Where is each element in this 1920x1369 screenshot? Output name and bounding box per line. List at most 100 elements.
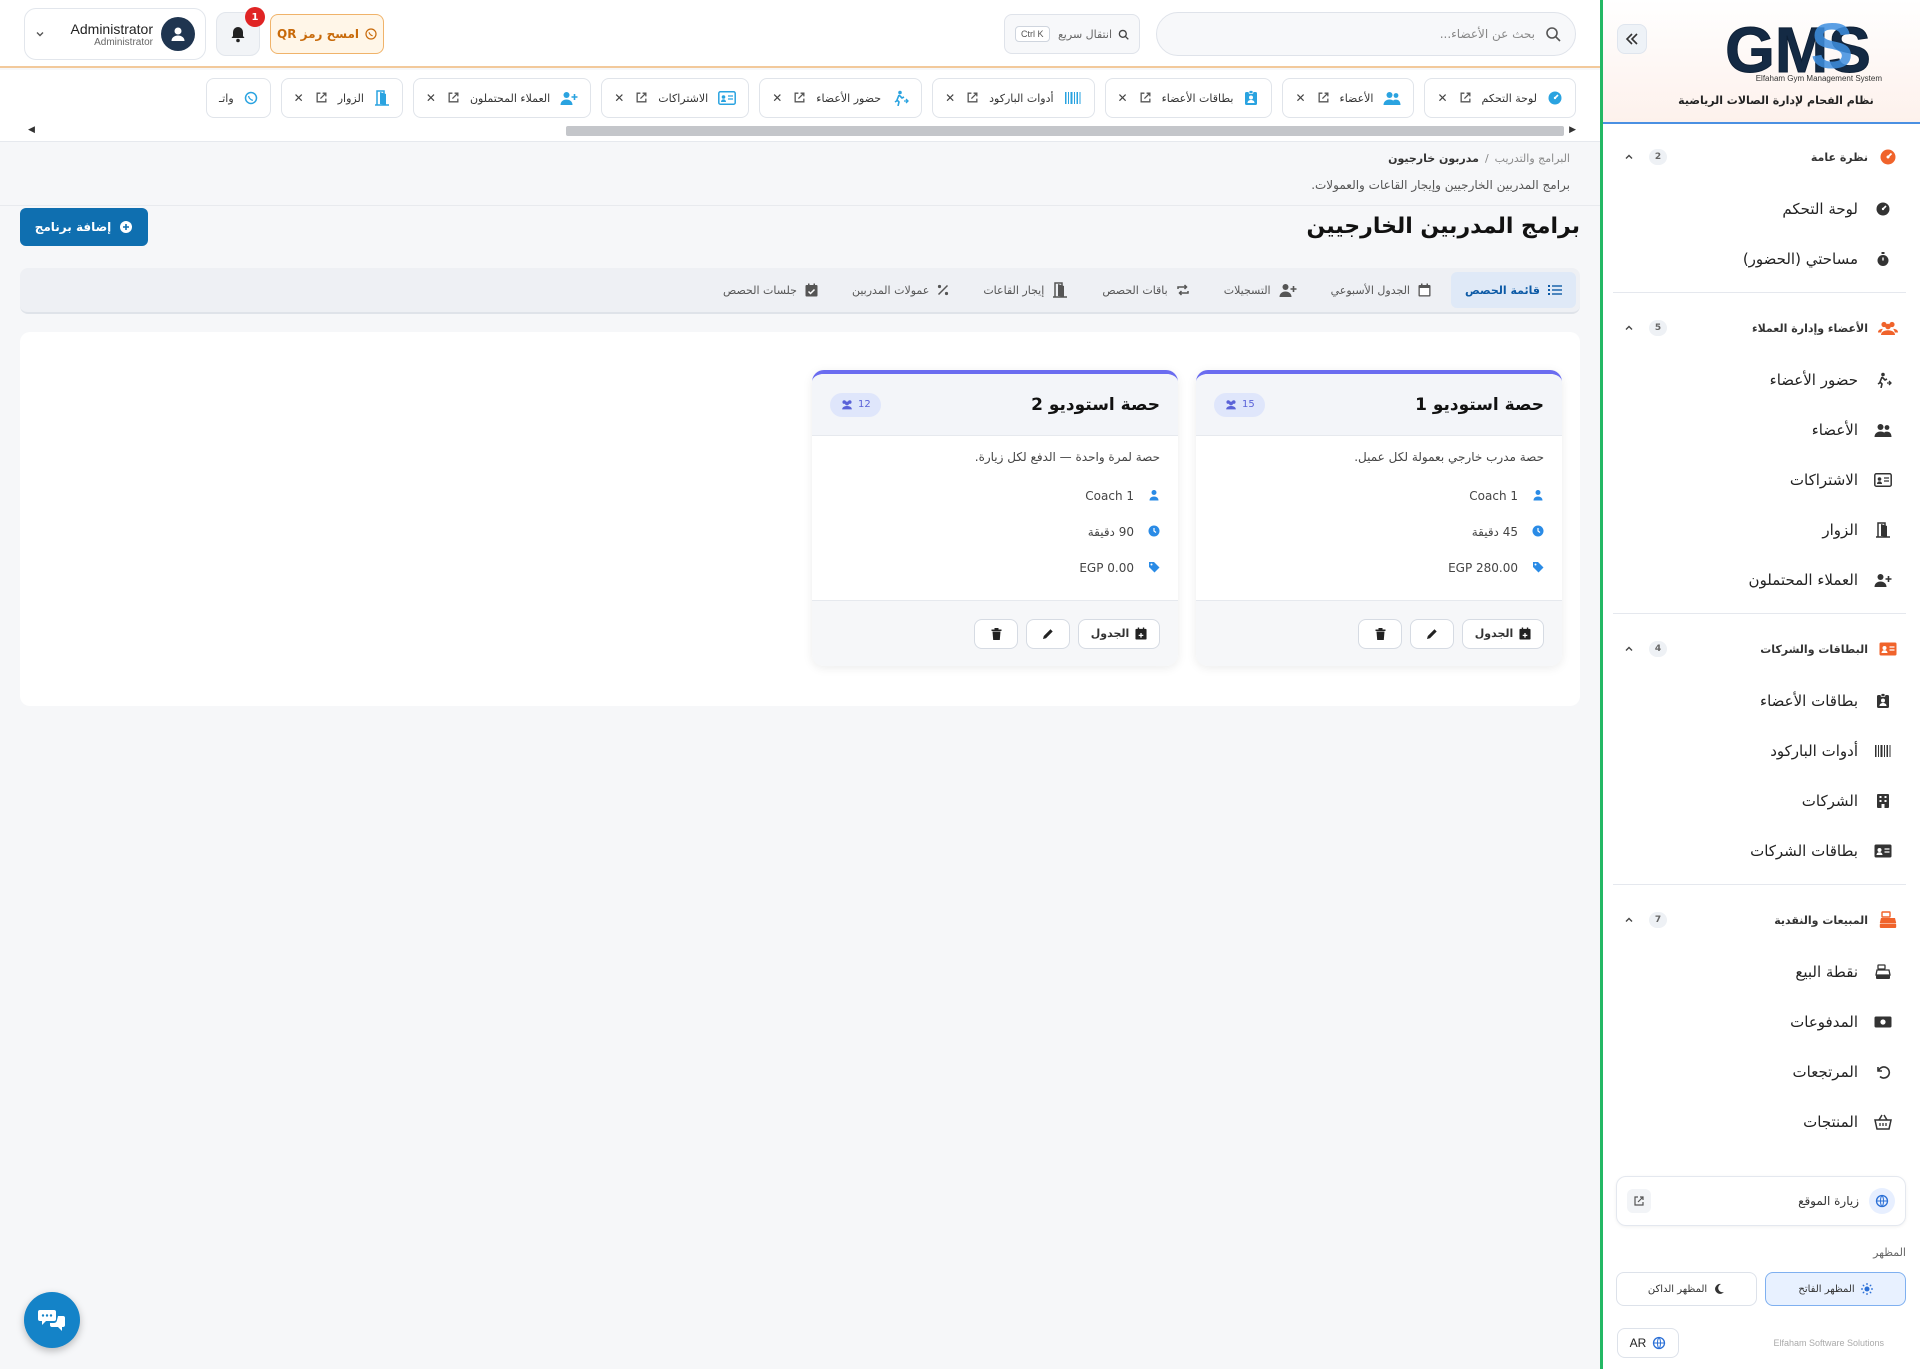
language-switcher[interactable]: AR [1617, 1328, 1679, 1358]
open-tab[interactable]: واتـ [206, 78, 271, 118]
close-icon[interactable]: ✕ [294, 91, 304, 105]
barcode-icon [1064, 91, 1082, 105]
delete-button[interactable] [1358, 618, 1402, 649]
open-tab[interactable]: الأعضاء ✕ [1282, 78, 1415, 118]
dark-theme-label: المظهر الداكن [1647, 1283, 1708, 1295]
sidebar-section-header[interactable]: الأعضاء وإدارة العملاء 5 [1603, 301, 1920, 355]
scrollbar-thumb[interactable] [566, 126, 1564, 136]
sidebar-item[interactable]: مساحتي (الحضور) [1603, 234, 1920, 284]
breadcrumb-parent[interactable]: البرامج والتدريب [1495, 152, 1570, 165]
sidebar-item[interactable]: بطاقات الشركات [1603, 826, 1920, 876]
card-description: حصة مدرب خارجي بعمولة لكل عميل. [1354, 450, 1544, 464]
sidebar-item[interactable]: الزوار [1603, 505, 1920, 555]
external-link-icon[interactable] [314, 91, 328, 105]
sidebar-section-header[interactable]: البطاقات والشركات 4 [1603, 622, 1920, 676]
external-link-icon[interactable] [446, 91, 460, 105]
tabs-scrollbar[interactable]: ◀ ▶ [24, 124, 1576, 136]
close-icon[interactable]: ✕ [1437, 91, 1447, 105]
card-price: EGP 0.00 [830, 550, 1160, 586]
external-link-icon[interactable] [792, 91, 806, 105]
sidebar-item[interactable]: أدوات الباركود [1603, 726, 1920, 776]
close-icon[interactable]: ✕ [426, 91, 436, 105]
edit-button[interactable] [1410, 618, 1454, 649]
sidebar-item-label: المرتجعات [1792, 1063, 1858, 1081]
delete-button[interactable] [974, 618, 1018, 649]
subnav-tab-label: عمولات المدربين [851, 283, 930, 297]
list-icon [1548, 284, 1562, 296]
external-link-icon[interactable] [1316, 91, 1330, 105]
sidebar-nav: نظرة عامة 2 لوحة التحكم مساحتي (الحضور) الأع… [1603, 130, 1920, 1160]
gauge-icon [1872, 198, 1894, 220]
section-icon [1878, 318, 1898, 338]
subnav-tab[interactable]: قائمة الحصص [1450, 272, 1576, 308]
subnav-tab[interactable]: الجدول الأسبوعي [1317, 272, 1445, 308]
open-tab[interactable]: العملاء المحتملون ✕ [412, 78, 592, 118]
subnav-tab[interactable]: جلسات الحصص [709, 272, 832, 308]
open-tab[interactable]: أدوات الباركود ✕ [932, 78, 1095, 118]
sidebar-item[interactable]: بطاقات الأعضاء [1603, 676, 1920, 726]
close-icon[interactable]: ✕ [945, 91, 955, 105]
subnav-tab[interactable]: إيجار القاعات [969, 272, 1082, 308]
user-icon [1530, 489, 1544, 503]
external-link-icon[interactable] [634, 91, 648, 105]
member-search[interactable]: بحث عن الأعضاء... [1156, 12, 1576, 56]
sidebar-item[interactable]: حضور الأعضاء [1603, 355, 1920, 405]
open-tab[interactable]: الاشتراكات ✕ [601, 78, 750, 118]
sidebar-section-header[interactable]: المبيعات والنقدية 7 [1603, 893, 1920, 947]
cash-register-icon [1872, 961, 1894, 983]
subnav-tab[interactable]: باقات الحصص [1088, 272, 1203, 308]
card-header: حصة استوديو 2 12 [812, 374, 1178, 436]
close-icon[interactable]: ✕ [614, 91, 624, 105]
appearance-label: المظهر [1873, 1246, 1906, 1259]
visit-site-button[interactable]: زيارة الموقع [1616, 1176, 1906, 1226]
sidebar-item[interactable]: الأعضاء [1603, 405, 1920, 455]
schedule-button[interactable]: الجدول [1078, 618, 1160, 649]
edit-button[interactable] [1026, 618, 1070, 649]
light-theme-button[interactable]: المظهر الفاتح [1765, 1272, 1906, 1306]
sidebar-item[interactable]: الاشتراكات [1603, 455, 1920, 505]
notification-count-badge: 1 [245, 7, 265, 27]
open-tab[interactable]: بطاقات الأعضاء ✕ [1104, 78, 1273, 118]
breadcrumb-separator: / [1484, 152, 1489, 165]
open-tab[interactable]: الزوار ✕ [280, 78, 403, 118]
external-link-icon[interactable] [1458, 91, 1472, 105]
programs-panel: حصة استوديو 1 15 حصة مدرب خارجي بعمولة لكل… [20, 332, 1580, 706]
close-icon[interactable]: ✕ [1295, 91, 1305, 105]
subnav-tab[interactable]: عمولات المدربين [838, 272, 963, 308]
open-tab[interactable]: لوحة التحكم ✕ [1424, 78, 1576, 118]
sidebar-item-label: بطاقات الشركات [1750, 842, 1858, 860]
close-icon[interactable]: ✕ [1118, 91, 1128, 105]
chat-button[interactable] [24, 1292, 80, 1348]
schedule-button[interactable]: الجدول [1462, 618, 1544, 649]
sidebar-item[interactable]: العملاء المحتملون [1603, 555, 1920, 605]
sidebar-item[interactable]: نقطة البيع [1603, 947, 1920, 997]
quick-jump-button[interactable]: انتقال سريع Ctrl K [1004, 14, 1140, 54]
sidebar-item[interactable]: المنتجات [1603, 1097, 1920, 1147]
sidebar-item[interactable]: الشركات [1603, 776, 1920, 826]
close-icon[interactable]: ✕ [772, 91, 782, 105]
user-menu[interactable]: Administrator Administrator [24, 8, 206, 60]
sidebar-item[interactable]: المدفوعات [1603, 997, 1920, 1047]
section-title: نظرة عامة [1810, 150, 1868, 164]
scan-qr-button[interactable]: امسح رمز QR [270, 14, 384, 54]
sidebar-item[interactable]: لوحة التحكم [1603, 184, 1920, 234]
door-open-icon [1872, 519, 1894, 541]
open-tab[interactable]: حضور الأعضاء ✕ [759, 78, 923, 118]
chevron-down-icon [35, 29, 45, 39]
scroll-left-arrow[interactable]: ◀ [28, 125, 35, 135]
subnav-tab[interactable]: التسجيلات [1210, 272, 1311, 308]
notifications-button[interactable]: 1 [216, 7, 265, 56]
add-program-button[interactable]: إضافة برنامج [20, 208, 148, 246]
sidebar-section-header[interactable]: نظرة عامة 2 [1603, 130, 1920, 184]
collapse-sidebar-button[interactable] [1617, 24, 1647, 54]
section-count-badge: 2 [1649, 149, 1667, 165]
dark-theme-button[interactable]: المظهر الداكن [1616, 1272, 1757, 1306]
sidebar-item[interactable]: حساب النقدية [1603, 1147, 1920, 1160]
external-link-icon[interactable] [1138, 91, 1152, 105]
scroll-right-arrow[interactable]: ▶ [1569, 125, 1576, 135]
whatsapp-icon [365, 28, 377, 40]
person-walking-arrow-icon [1872, 369, 1894, 391]
calendar-icon [1418, 283, 1431, 297]
external-link-icon[interactable] [965, 91, 979, 105]
sidebar-item[interactable]: المرتجعات [1603, 1047, 1920, 1097]
